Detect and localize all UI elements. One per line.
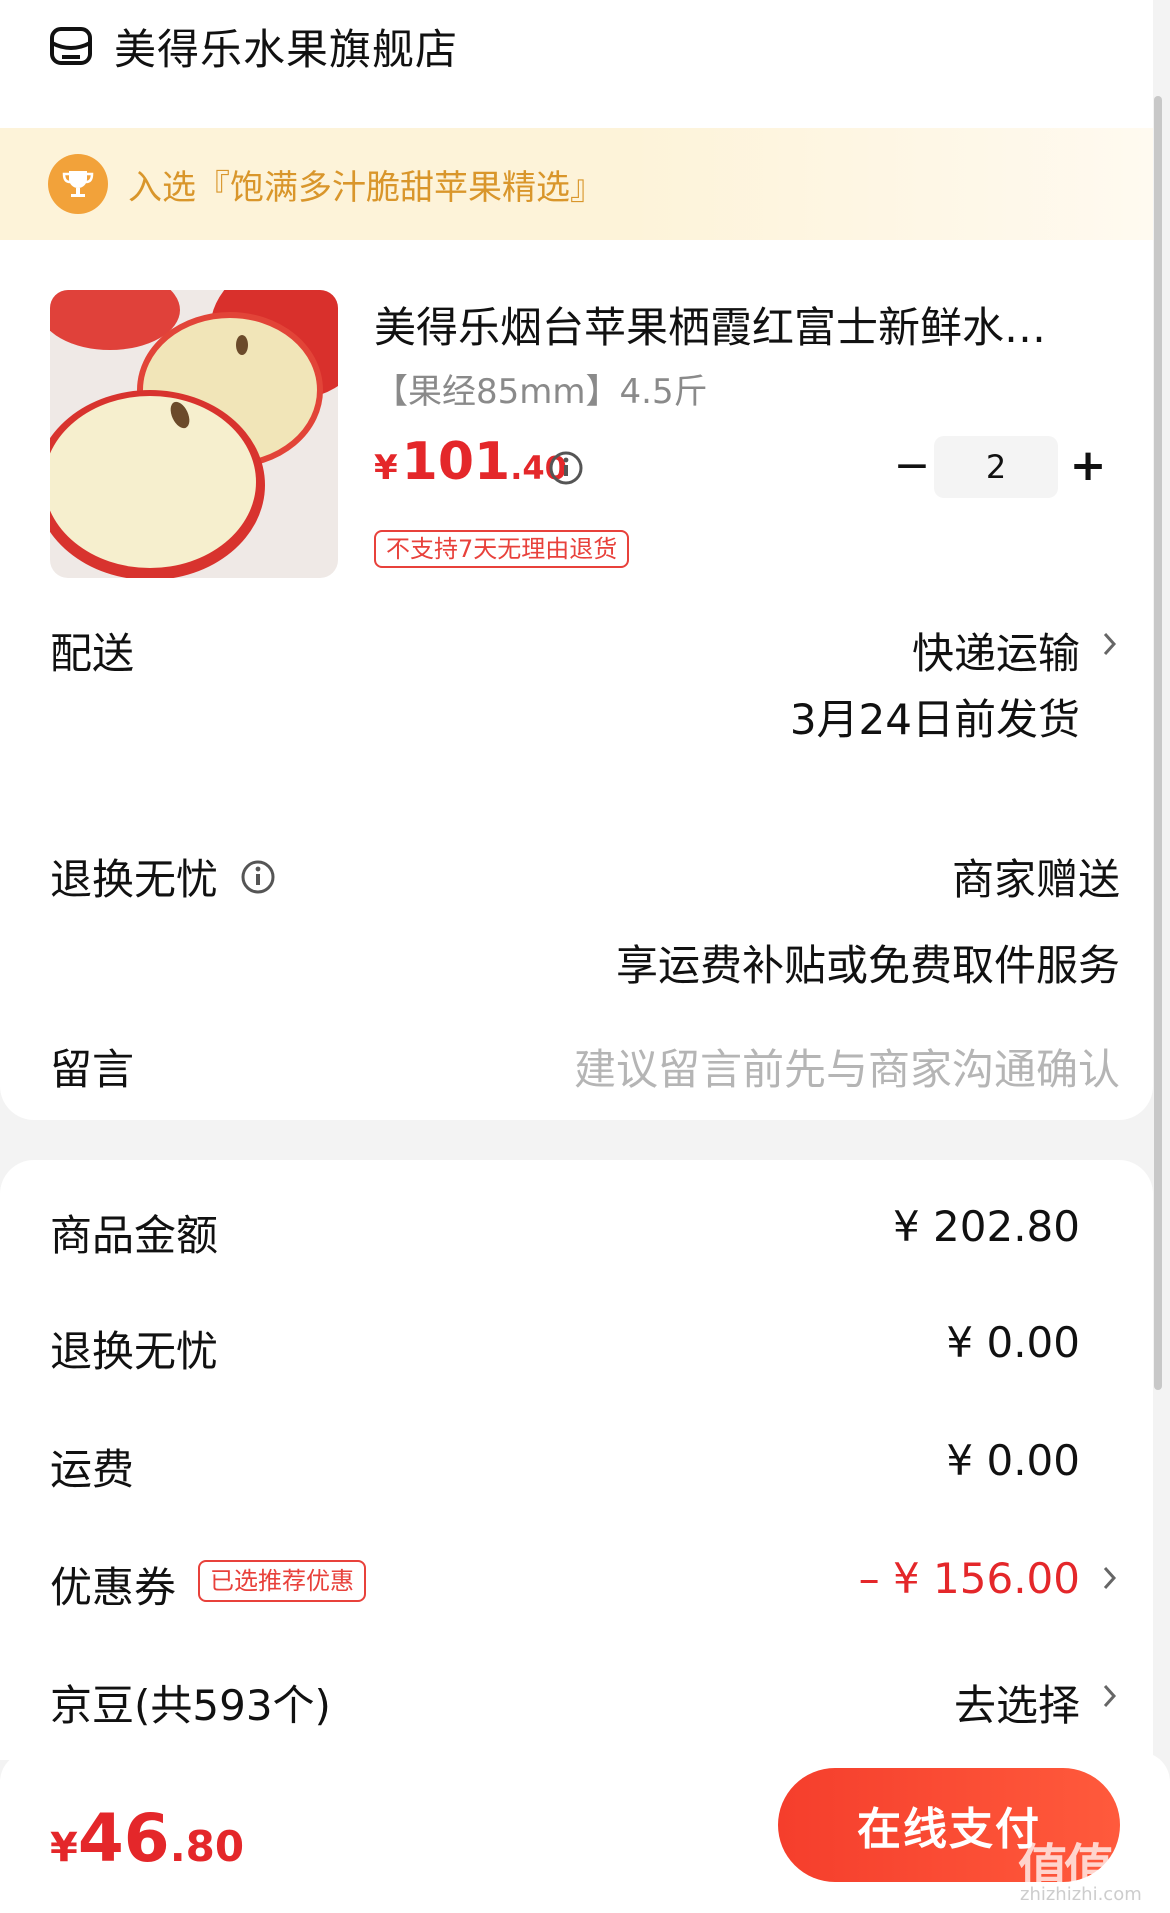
goods-amount-value: ¥ 202.80	[892, 1202, 1080, 1251]
price-info-icon[interactable]	[548, 450, 584, 486]
return-service-label: 退换无忧	[50, 855, 219, 904]
total-currency: ¥	[50, 1825, 78, 1871]
return-service-value: 商家赠送	[951, 855, 1120, 904]
coupon-tag: 已选推荐优惠	[198, 1560, 366, 1602]
increase-button[interactable]: +	[1056, 434, 1120, 498]
delivery-method[interactable]: 快递运输	[912, 620, 1080, 681]
watermark-url: zhizhizhi.com	[1020, 1884, 1142, 1905]
chevron-right-icon[interactable]	[1100, 1678, 1120, 1714]
product-image[interactable]	[50, 290, 338, 578]
quantity-input[interactable]: 2	[934, 436, 1058, 498]
jd-beans-label: 京豆(共593个)	[50, 1681, 331, 1730]
goods-amount-label: 商品金额	[50, 1211, 219, 1260]
message-input[interactable]: 建议留言前先与商家沟通确认	[574, 1036, 1120, 1097]
total-price: ¥ 46 .80	[50, 1800, 244, 1877]
coupon-value[interactable]: – ¥ 156.00	[859, 1554, 1080, 1603]
price-currency: ¥	[374, 448, 398, 488]
return-fee-label: 退换无忧	[50, 1327, 219, 1376]
chevron-right-icon[interactable]	[1100, 1560, 1120, 1596]
product-title[interactable]: 美得乐烟台苹果栖霞红富士新鲜水…	[374, 294, 1046, 355]
return-service-label-row: 退换无忧	[50, 846, 276, 907]
info-icon[interactable]	[240, 859, 276, 895]
shop-name: 美得乐水果旗舰店	[114, 24, 459, 74]
shipping-value: ¥ 0.00	[946, 1436, 1080, 1485]
shipping-label: 运费	[50, 1445, 135, 1494]
store-icon	[50, 27, 92, 65]
total-integer: 46	[77, 1800, 170, 1877]
no-return-tag: 不支持7天无理由退货	[374, 530, 630, 568]
selection-banner[interactable]: 入选『饱满多汁脆甜苹果精选』	[0, 128, 1153, 240]
banner-text: 入选『饱满多汁脆甜苹果精选』	[128, 167, 604, 208]
scrollbar[interactable]	[1154, 96, 1162, 1390]
total-decimal: .80	[169, 1822, 245, 1871]
coupon-label: 优惠券	[50, 1563, 177, 1612]
delivery-date: 3月24日前发货	[789, 695, 1080, 744]
shop-header[interactable]: 美得乐水果旗舰店	[48, 16, 458, 76]
quantity-stepper[interactable]: − 2 +	[880, 434, 1120, 498]
return-service-desc: 享运费补贴或免费取件服务	[615, 941, 1120, 990]
message-label: 留言	[50, 1045, 135, 1094]
delivery-label: 配送	[50, 629, 135, 678]
trophy-icon	[48, 154, 108, 214]
jd-beans-select[interactable]: 去选择	[954, 1672, 1080, 1733]
price-integer: 101	[401, 432, 511, 492]
return-fee-value: ¥ 0.00	[946, 1318, 1080, 1367]
product-price: ¥ 101 .40	[374, 432, 567, 492]
product-spec: 【果经85mm】4.5斤	[374, 372, 708, 412]
chevron-right-icon[interactable]	[1100, 626, 1120, 662]
